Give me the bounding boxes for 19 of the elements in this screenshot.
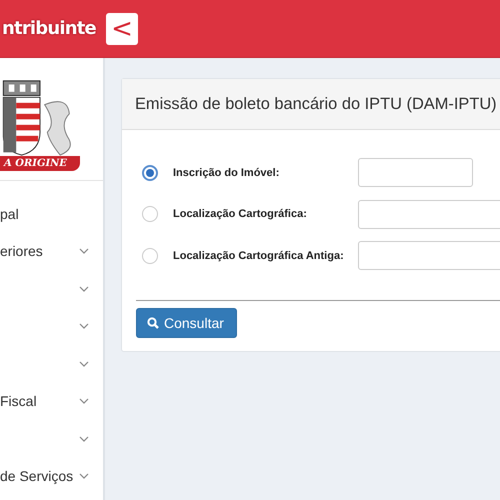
panel-title: Emissão de boleto bancário do IPTU (DAM-IPTU) bbox=[122, 79, 500, 130]
radio-button[interactable] bbox=[142, 248, 158, 264]
radio-button[interactable] bbox=[142, 164, 158, 181]
menu-item[interactable]: Fiscal bbox=[0, 382, 103, 420]
input-field[interactable] bbox=[358, 241, 500, 270]
field-label: Inscrição do Imóvel: bbox=[173, 166, 280, 179]
menu-item[interactable]: de Serviços bbox=[0, 458, 103, 495]
field-label: Localização Cartográfica Antiga: bbox=[173, 250, 345, 262]
input-field[interactable] bbox=[358, 200, 500, 229]
radio-button[interactable] bbox=[142, 206, 158, 222]
input-field[interactable] bbox=[358, 158, 473, 188]
search-icon bbox=[147, 317, 159, 329]
search-button[interactable]: Consultar bbox=[136, 308, 237, 338]
menu-item[interactable]: eriores bbox=[0, 232, 103, 270]
field-label: Localização Cartográfica: bbox=[173, 208, 308, 220]
menu-item[interactable]: pal bbox=[0, 195, 103, 232]
site-title: ntribuinte bbox=[1, 16, 97, 40]
logo-motto: A ORIGINE bbox=[0, 156, 80, 170]
sidebar-toggle-button[interactable]: < bbox=[106, 12, 138, 44]
